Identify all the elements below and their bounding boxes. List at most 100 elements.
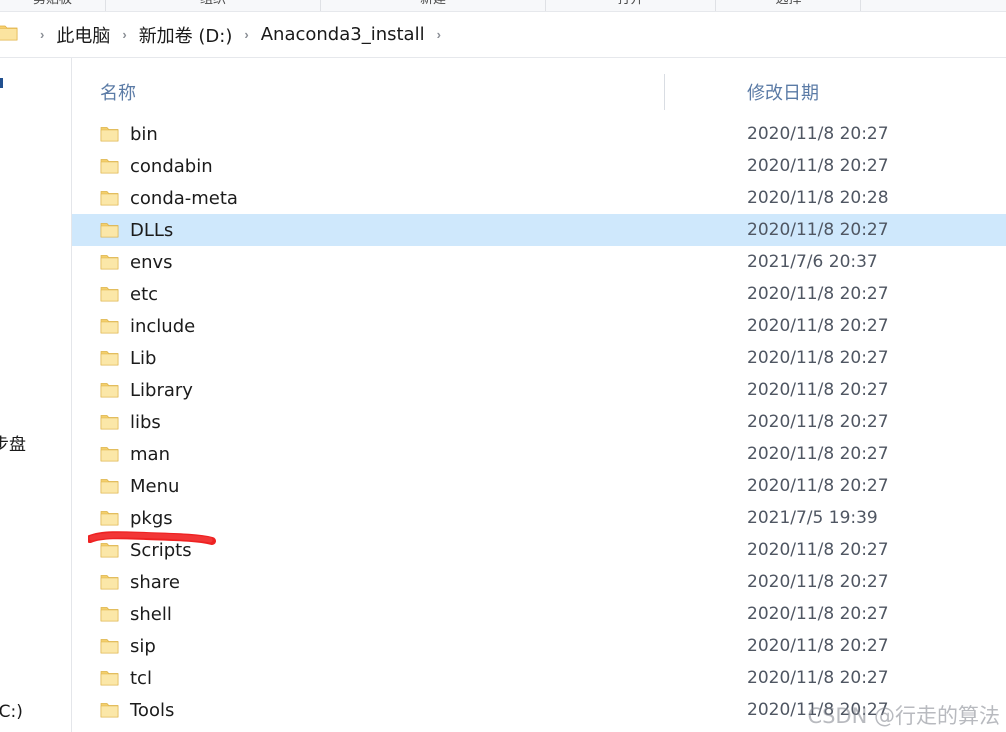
nav-item-local-disk-c[interactable]: (C:) <box>0 702 23 722</box>
column-divider[interactable] <box>664 74 665 110</box>
folder-icon <box>100 478 119 493</box>
file-date-modified: 2020/11/8 20:27 <box>747 316 889 336</box>
table-row[interactable]: sip 2020/11/8 20:27 <box>72 630 1006 662</box>
column-header-bar: 名称 修改日期 <box>72 70 1006 114</box>
file-date-modified: 2020/11/8 20:27 <box>747 668 889 688</box>
table-row[interactable]: condabin 2020/11/8 20:27 <box>72 150 1006 182</box>
folder-icon <box>100 286 119 301</box>
ribbon-group-2[interactable]: 组织 <box>106 0 320 11</box>
file-name: Tools <box>130 699 175 721</box>
table-row[interactable]: conda-meta 2020/11/8 20:28 <box>72 182 1006 214</box>
table-row[interactable]: DLLs 2020/11/8 20:27 <box>72 214 1006 246</box>
table-row[interactable]: man 2020/11/8 20:27 <box>72 438 1006 470</box>
breadcrumb[interactable]: › 此电脑 › 新加卷 (D:) › Anaconda3_install › <box>30 12 451 57</box>
folder-icon <box>100 318 119 333</box>
file-name: sip <box>130 635 156 657</box>
ribbon-separator-1 <box>105 0 106 11</box>
breadcrumb-separator[interactable]: › <box>112 28 136 41</box>
breadcrumb-separator[interactable]: › <box>234 28 258 41</box>
file-date-modified: 2020/11/8 20:28 <box>747 188 889 208</box>
folder-icon <box>0 25 18 41</box>
folder-icon <box>100 158 119 173</box>
file-name: share <box>130 571 180 593</box>
folder-icon <box>100 638 119 653</box>
file-list[interactable]: bin 2020/11/8 20:27 condabin 2020/11/8 20:2… <box>72 118 1006 732</box>
file-name: bin <box>130 123 158 145</box>
folder-icon <box>100 382 119 397</box>
file-name: shell <box>130 603 172 625</box>
file-date-modified: 2020/11/8 20:27 <box>747 444 889 464</box>
navigation-pane[interactable]: 步盘 (C:) <box>0 58 71 732</box>
file-name: include <box>130 315 196 337</box>
ribbon-toolbar: 剪贴板组织新建打开选择 <box>0 0 1006 11</box>
table-row[interactable]: libs 2020/11/8 20:27 <box>72 406 1006 438</box>
file-date-modified: 2020/11/8 20:27 <box>747 700 889 720</box>
file-name: pkgs <box>130 507 173 529</box>
table-row[interactable]: Tools 2020/11/8 20:27 <box>72 694 1006 726</box>
ribbon-separator-5 <box>860 0 861 11</box>
folder-icon <box>100 350 119 365</box>
file-date-modified: 2020/11/8 20:27 <box>747 380 889 400</box>
file-name: tcl <box>130 667 152 689</box>
file-date-modified: 2020/11/8 20:27 <box>747 220 889 240</box>
table-row[interactable]: include 2020/11/8 20:27 <box>72 310 1006 342</box>
ribbon-group-5[interactable]: 选择 <box>716 0 861 11</box>
breadcrumb-item-1[interactable]: 此电脑 <box>54 22 112 48</box>
table-row[interactable]: Library 2020/11/8 20:27 <box>72 374 1006 406</box>
drive-icon <box>0 78 3 88</box>
table-row[interactable]: share 2020/11/8 20:27 <box>72 566 1006 598</box>
file-date-modified: 2020/11/8 20:27 <box>747 348 889 368</box>
file-name: Library <box>130 379 193 401</box>
table-row[interactable]: Menu 2020/11/8 20:27 <box>72 470 1006 502</box>
file-date-modified: 2020/11/8 20:27 <box>747 572 889 592</box>
folder-icon <box>100 222 119 237</box>
column-header-date-modified[interactable]: 修改日期 <box>747 70 819 114</box>
folder-icon <box>100 446 119 461</box>
breadcrumb-separator[interactable]: › <box>30 28 54 41</box>
ribbon-separator-2 <box>320 0 321 11</box>
address-bar[interactable]: › 此电脑 › 新加卷 (D:) › Anaconda3_install › <box>0 12 1006 57</box>
table-row[interactable]: tcl 2020/11/8 20:27 <box>72 662 1006 694</box>
file-date-modified: 2020/11/8 20:27 <box>747 540 889 560</box>
folder-icon <box>100 542 119 557</box>
table-row[interactable]: Scripts 2020/11/8 20:27 <box>72 534 1006 566</box>
file-name: libs <box>130 411 161 433</box>
file-name: Menu <box>130 475 180 497</box>
table-row[interactable]: bin 2020/11/8 20:27 <box>72 118 1006 150</box>
file-explorer-window: 剪贴板组织新建打开选择 ›此电脑›新加卷 (D:)›Anaconda3_inst… <box>0 0 1006 732</box>
table-row[interactable]: etc 2020/11/8 20:27 <box>72 278 1006 310</box>
file-name: DLLs <box>130 219 174 241</box>
file-date-modified: 2021/7/5 19:39 <box>747 508 878 528</box>
table-row[interactable]: Lib 2020/11/8 20:27 <box>72 342 1006 374</box>
file-name: condabin <box>130 155 213 177</box>
breadcrumb-item-3[interactable]: Anaconda3_install <box>259 24 427 45</box>
nav-item-sync-disk[interactable]: 步盘 <box>0 430 26 455</box>
file-date-modified: 2021/7/6 20:37 <box>747 252 878 272</box>
folder-icon <box>100 670 119 685</box>
file-date-modified: 2020/11/8 20:27 <box>747 284 889 304</box>
file-date-modified: 2020/11/8 20:27 <box>747 124 889 144</box>
folder-icon <box>100 190 119 205</box>
breadcrumb-separator-trailing[interactable]: › <box>427 28 451 41</box>
folder-icon <box>100 414 119 429</box>
address-bar-divider <box>0 57 1006 58</box>
file-name: conda-meta <box>130 187 238 209</box>
folder-icon <box>100 254 119 269</box>
file-name: man <box>130 443 170 465</box>
ribbon-group-1[interactable]: 剪贴板 <box>0 0 105 11</box>
file-name: envs <box>130 251 173 273</box>
folder-icon <box>100 702 119 717</box>
table-row[interactable]: shell 2020/11/8 20:27 <box>72 598 1006 630</box>
folder-icon <box>100 606 119 621</box>
file-date-modified: 2020/11/8 20:27 <box>747 156 889 176</box>
file-date-modified: 2020/11/8 20:27 <box>747 636 889 656</box>
table-row[interactable]: envs 2021/7/6 20:37 <box>72 246 1006 278</box>
ribbon-group-3[interactable]: 新建 <box>321 0 545 11</box>
column-header-name[interactable]: 名称 <box>100 70 136 114</box>
breadcrumb-item-2[interactable]: 新加卷 (D:) <box>137 22 235 48</box>
file-name: Scripts <box>130 539 192 561</box>
file-date-modified: 2020/11/8 20:27 <box>747 476 889 496</box>
file-name: Lib <box>130 347 157 369</box>
table-row[interactable]: pkgs 2021/7/5 19:39 <box>72 502 1006 534</box>
ribbon-group-4[interactable]: 打开 <box>546 0 715 11</box>
